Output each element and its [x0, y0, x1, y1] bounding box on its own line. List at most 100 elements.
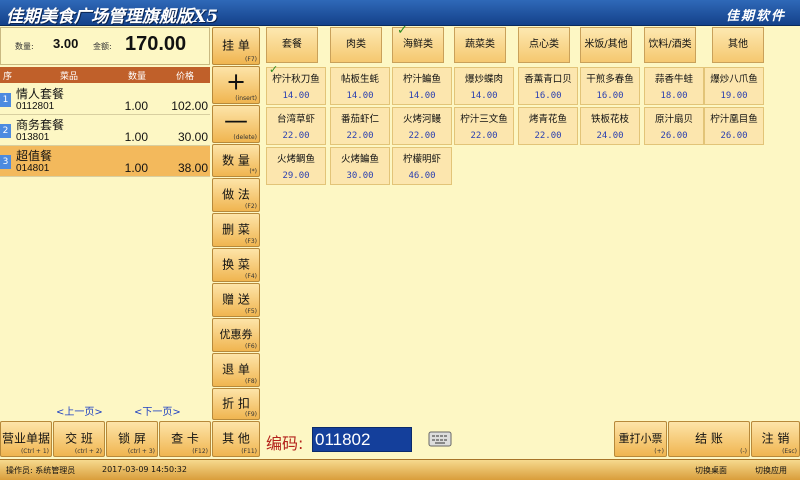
row-qty: 1.00: [124, 99, 148, 113]
decrease-qty-button[interactable]: — (delete): [212, 105, 260, 143]
button-label: 数 量: [222, 153, 250, 168]
category-label: 其他: [728, 39, 748, 50]
hotkey-hint: (F3): [245, 238, 257, 245]
increase-qty-button[interactable]: + (insert): [212, 66, 260, 104]
dish-name: 柠汁凰目鱼: [710, 114, 758, 125]
button-label: 退 单: [222, 362, 250, 377]
business-records-button[interactable]: 营业单据 (Ctrl + 1): [0, 421, 52, 457]
dish-item[interactable]: 帖板生蚝 14.00: [330, 67, 390, 105]
checkmark-icon: ✓: [397, 23, 408, 38]
dish-item[interactable]: 柠汁鳊鱼 14.00: [392, 67, 452, 105]
code-input[interactable]: 011802: [312, 427, 412, 452]
check-card-button[interactable]: 查 卡 (F12): [159, 421, 211, 457]
status-bar: 操作员: 系统管理员 2017-03-09 14:50:32 切换桌面 切换应用: [0, 459, 800, 480]
row-index: 2: [0, 124, 11, 138]
dish-item[interactable]: 柠檬明虾 46.00: [392, 147, 452, 185]
refund-button[interactable]: 退 单 (F8): [212, 353, 260, 387]
status-datetime: 2017-03-09 14:50:32: [102, 465, 187, 474]
button-label: 赠 送: [222, 292, 250, 307]
reprint-receipt-button[interactable]: 重打小票 (+): [614, 421, 667, 457]
dish-name: 番茄虾仁: [340, 114, 379, 125]
row-qty: 1.00: [124, 130, 148, 144]
category-tab-seafood[interactable]: ✓ 海鲜类: [392, 23, 444, 63]
category-tab-rice-other[interactable]: 米饭/其他: [580, 27, 632, 63]
dish-price: 22.00: [470, 131, 498, 141]
row-code: 014801: [16, 163, 50, 174]
category-label: 海鲜类: [403, 39, 433, 50]
dish-item[interactable]: 火烤鳊鱼 30.00: [330, 147, 390, 185]
qty-label: 数量:: [15, 42, 34, 51]
button-label: 挂 单: [222, 38, 250, 53]
row-code: 013801: [16, 132, 50, 143]
dish-item[interactable]: 爆炒八爪鱼 19.00: [704, 67, 764, 105]
quantity-button[interactable]: 数 量 (*): [212, 144, 260, 177]
button-label: 注 销: [761, 431, 790, 446]
discount-button[interactable]: 折 扣 (F9): [212, 388, 260, 420]
dish-price: 16.00: [534, 91, 562, 101]
button-label: 重打小票: [618, 432, 663, 446]
delete-dish-button[interactable]: 删 菜 (F3): [212, 213, 260, 247]
dish-item[interactable]: 烤青花鱼 22.00: [518, 107, 578, 145]
keyboard-icon[interactable]: [428, 429, 452, 449]
dish-name: 台湾草虾: [276, 114, 315, 125]
category-tab-drinks[interactable]: 饮料/酒类: [644, 27, 696, 63]
code-label: 编码:: [266, 434, 304, 453]
dish-item[interactable]: 火烤河鳗 22.00: [392, 107, 452, 145]
category-tab-meat[interactable]: 肉类: [330, 27, 382, 63]
dish-price: 29.00: [282, 171, 310, 181]
category-label: 肉类: [346, 39, 366, 50]
dish-item[interactable]: 火烤鲷鱼 29.00: [266, 147, 326, 185]
hold-order-button[interactable]: 挂 单 (F7): [212, 27, 260, 65]
prev-page-link[interactable]: <上一页>: [56, 403, 103, 418]
switch-desktop-link[interactable]: 切换桌面: [695, 465, 727, 476]
hotkey-hint: (F6): [245, 343, 257, 350]
order-summary: 数量: 3.00 金额: 170.00: [0, 27, 210, 65]
dish-price: 30.00: [346, 171, 374, 181]
button-label: 优惠券: [219, 328, 253, 342]
checkout-button[interactable]: 结 账 (-): [668, 421, 750, 457]
gift-button[interactable]: 赠 送 (F5): [212, 283, 260, 317]
category-tab-vegetables[interactable]: 蔬菜类: [454, 27, 506, 63]
logout-button[interactable]: 注 销 (Esc): [751, 421, 800, 457]
dish-name: 柠檬明虾: [402, 154, 441, 165]
dish-item[interactable]: 番茄虾仁 22.00: [330, 107, 390, 145]
cooking-method-button[interactable]: 做 法 (F2): [212, 178, 260, 212]
coupon-button[interactable]: 优惠券 (F6): [212, 318, 260, 352]
hotkey-hint: (Ctrl + 1): [20, 448, 49, 455]
shift-handover-button[interactable]: 交 班 (ctrl + 2): [53, 421, 105, 457]
replace-dish-button[interactable]: 换 菜 (F4): [212, 248, 260, 282]
hotkey-hint: (ctrl + 2): [74, 448, 102, 455]
dish-item[interactable]: 台湾草虾 22.00: [266, 107, 326, 145]
order-table-header: 序 菜品 数量 价格: [0, 67, 210, 83]
dish-item[interactable]: 香薰青口贝 16.00: [518, 67, 578, 105]
dish-price: 26.00: [720, 131, 748, 141]
category-tab-snacks[interactable]: 点心类: [518, 27, 570, 63]
category-tab-set-meal[interactable]: 套餐: [266, 27, 318, 63]
dish-item[interactable]: 原汁扇贝 26.00: [644, 107, 704, 145]
row-price: 30.00: [177, 130, 208, 144]
button-label: 查 卡: [171, 431, 199, 446]
button-label: 交 班: [65, 431, 93, 446]
order-row[interactable]: 2 商务套餐 013801 1.00 30.00: [0, 115, 210, 146]
button-label: 删 菜: [222, 222, 250, 237]
dish-name: 烤青花鱼: [528, 114, 567, 125]
switch-app-link[interactable]: 切换应用: [755, 465, 787, 476]
order-row-selected[interactable]: 3 超值餐 014801 1.00 38.00: [0, 146, 210, 177]
dish-item[interactable]: 爆炒蝶肉 14.00: [454, 67, 514, 105]
dish-item[interactable]: 铁板花枝 24.00: [580, 107, 640, 145]
dish-item[interactable]: 蒜香牛蛙 18.00: [644, 67, 704, 105]
hotkey-hint: (ctrl + 3): [127, 448, 155, 455]
dish-item[interactable]: ✓ 柠汁秋刀鱼 14.00: [266, 63, 326, 105]
hotkey-hint: (-): [740, 448, 747, 455]
dish-item[interactable]: 柠汁三文鱼 22.00: [454, 107, 514, 145]
row-code: 0112801: [16, 101, 55, 112]
dish-name: 火烤鲷鱼: [276, 154, 315, 165]
dish-item[interactable]: 柠汁凰目鱼 26.00: [704, 107, 764, 145]
col-qty: 数量: [128, 72, 147, 82]
other-button[interactable]: 其 他 (F11): [212, 421, 260, 457]
dish-item[interactable]: 干煎多春鱼 16.00: [580, 67, 640, 105]
lock-screen-button[interactable]: 锁 屏 (ctrl + 3): [106, 421, 158, 457]
order-row[interactable]: 1 情人套餐 0112801 1.00 102.00: [0, 84, 210, 115]
category-tab-other[interactable]: 其他: [712, 27, 764, 63]
next-page-link[interactable]: <下一页>: [134, 403, 181, 418]
